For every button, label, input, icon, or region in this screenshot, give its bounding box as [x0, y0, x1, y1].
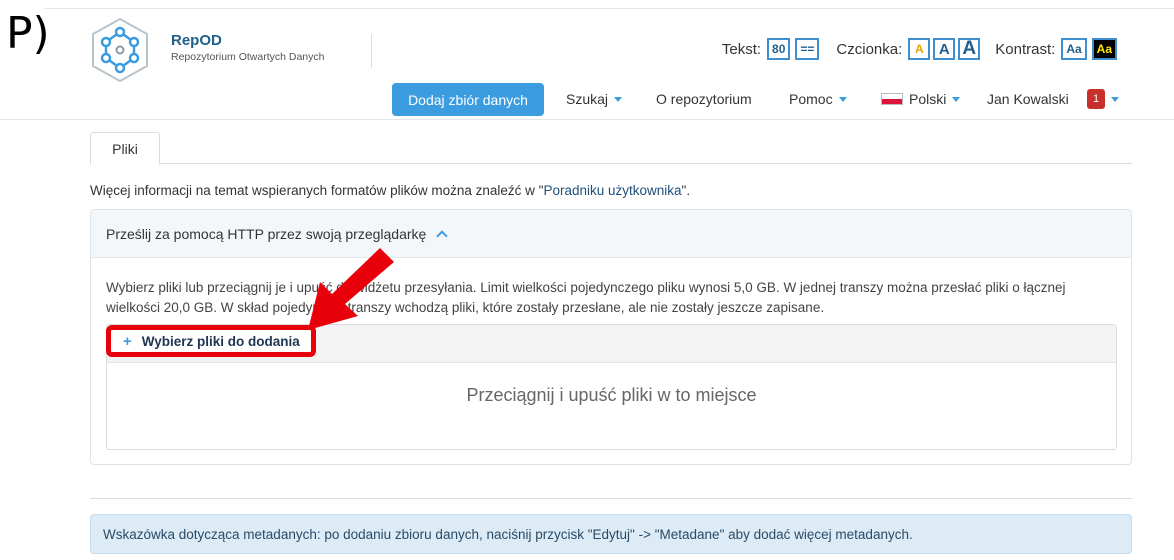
accessibility-toolbar: Tekst: 80 == Czcionka: A A A Kontrast: A… — [722, 38, 1122, 60]
tab-bar: Pliki — [90, 132, 1132, 165]
chevron-down-icon — [952, 96, 961, 102]
brand[interactable]: RepOD Repozytorium Otwartych Danych — [171, 32, 324, 63]
upload-panel-header[interactable]: Prześlij za pomocą HTTP przez swoją prze… — [91, 210, 1131, 258]
nav-language[interactable]: Polski — [881, 91, 961, 107]
nav-search[interactable]: Szukaj — [566, 91, 623, 107]
text-spacing-button[interactable]: == — [795, 38, 820, 60]
nav-about[interactable]: O repozytorium — [656, 91, 752, 107]
chevron-down-icon — [1111, 96, 1119, 102]
font-label: Czcionka: — [836, 40, 903, 58]
step-label: P) — [6, 8, 50, 59]
chevron-down-icon — [838, 96, 847, 102]
brand-name: RepOD — [171, 32, 222, 49]
top-divider — [44, 8, 1174, 9]
upload-panel: Prześlij za pomocą HTTP przez swoją prze… — [90, 209, 1132, 465]
plus-icon: + — [123, 332, 132, 350]
text-size-button[interactable]: 80 — [767, 38, 791, 60]
formats-info: Więcej informacji na temat wspieranych f… — [90, 183, 691, 198]
repod-logo-icon[interactable] — [86, 16, 154, 84]
navbar-divider — [0, 119, 1174, 120]
font-medium-button[interactable]: A — [933, 38, 956, 60]
poland-flag-icon — [881, 93, 903, 105]
text-size-label: Tekst: — [721, 40, 762, 58]
font-large-button[interactable]: A — [958, 38, 981, 60]
nav-notifications[interactable]: 1 — [1087, 89, 1119, 109]
dropzone-text: Przeciągnij i upuść pliki w to miejsce — [466, 385, 757, 405]
main-navbar: Dodaj zbiór danych Szukaj O repozytorium… — [0, 83, 1174, 117]
notification-badge: 1 — [1087, 89, 1105, 109]
tab-files[interactable]: Pliki — [90, 132, 160, 165]
nav-user[interactable]: Jan Kowalski — [987, 91, 1069, 107]
nav-help[interactable]: Pomoc — [789, 91, 847, 107]
add-dataset-button[interactable]: Dodaj zbiór danych — [392, 83, 544, 116]
contrast-high-button[interactable]: Aa — [1091, 38, 1117, 60]
upload-panel-title: Prześlij za pomocą HTTP przez swoją prze… — [106, 225, 427, 242]
chevron-up-icon[interactable] — [436, 230, 448, 242]
brand-divider — [371, 34, 372, 68]
contrast-label: Kontrast: — [995, 40, 1056, 58]
brand-subtitle: Repozytorium Otwartych Danych — [171, 51, 325, 63]
upload-description: Wybierz pliki lub przeciągnij je i upuść… — [106, 280, 1066, 315]
chevron-down-icon — [614, 96, 623, 102]
font-small-button[interactable]: A — [908, 38, 931, 60]
contrast-normal-button[interactable]: Aa — [1061, 38, 1087, 60]
choose-files-button[interactable]: + Wybierz pliki do dodania — [106, 325, 316, 357]
choose-files-label: Wybierz pliki do dodania — [141, 333, 300, 349]
metadata-hint: Wskazówka dotycząca metadanych: po dodan… — [90, 514, 1132, 554]
section-divider — [90, 498, 1132, 499]
user-guide-link[interactable]: Poradniku użytkownika — [543, 183, 681, 198]
